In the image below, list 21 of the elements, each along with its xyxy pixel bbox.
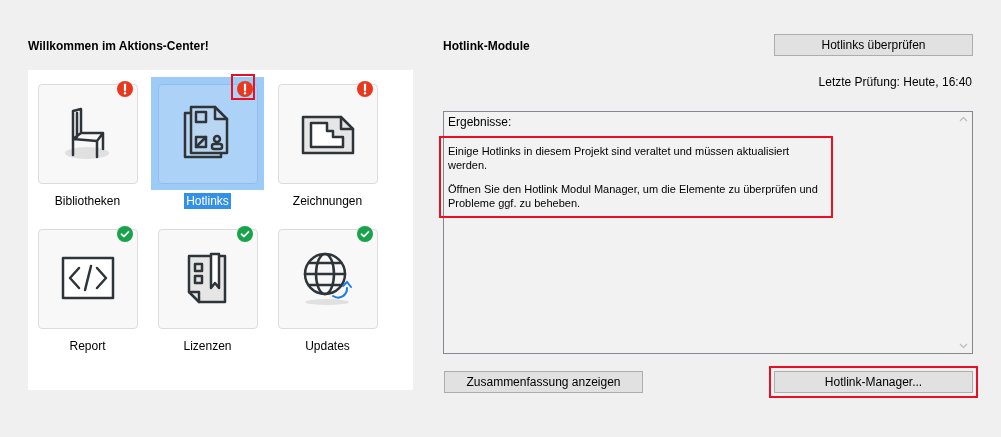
tile-label: Lizenzen — [182, 338, 233, 354]
tile-button[interactable] — [277, 228, 378, 329]
tile-label: Hotlinks — [184, 193, 231, 209]
tile-button[interactable] — [157, 228, 258, 329]
tile-button[interactable] — [277, 83, 378, 184]
last-check-text: Letzte Prüfung: Heute, 16:40 — [817, 75, 973, 89]
tile-label: Bibliotheken — [53, 193, 122, 209]
section-title: Hotlink-Module — [443, 39, 530, 53]
summary-button[interactable]: Zusammenfassung anzeigen — [444, 371, 643, 393]
tile-button[interactable] — [37, 83, 138, 184]
tile-label: Zeichnungen — [291, 193, 364, 209]
result-message: Einige Hotlinks in diesem Projekt sind veraltet und müssen aktualisiert werden. — [448, 144, 791, 172]
manager-button[interactable]: Hotlink-Manager... — [774, 371, 973, 393]
results-heading: Ergebnisse: — [448, 115, 513, 129]
tile-label: Report — [68, 338, 107, 354]
tile-button[interactable] — [157, 83, 258, 184]
tile-label: Updates — [304, 338, 351, 354]
check-hotlinks-button[interactable]: Hotlinks überprüfen — [774, 34, 973, 56]
result-message: Öffnen Sie den Hotlink Modul Manager, um die Elemente zu überprüfen und Probleme ggf. zu beheben. — [448, 182, 819, 210]
tile-button[interactable] — [37, 228, 138, 329]
panel-title: Willkommen im Aktions-Center! — [28, 38, 210, 55]
